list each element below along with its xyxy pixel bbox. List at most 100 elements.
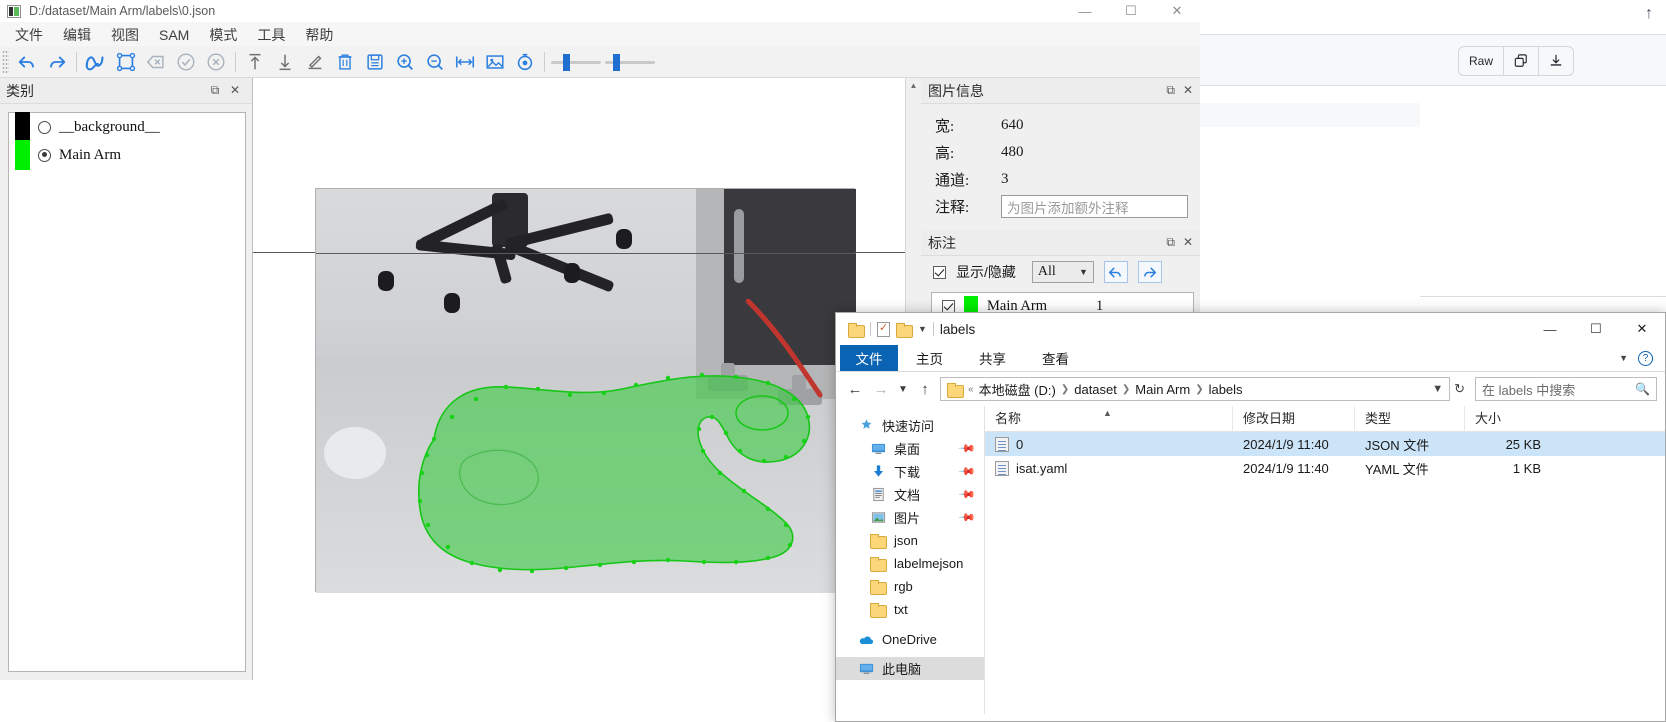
cancel-icon[interactable] <box>201 47 231 77</box>
zoom-out-icon[interactable] <box>420 47 450 77</box>
file-actions-group[interactable]: Raw <box>1458 46 1575 76</box>
explorer-file-list[interactable]: ▲ 名称 修改日期 类型 大小 0 2024/1/9 11:40 JSON 文件… <box>984 405 1665 714</box>
visibility-icon[interactable] <box>510 47 540 77</box>
recent-locations-chevron-icon[interactable]: ▼ <box>896 378 910 400</box>
to-top-icon[interactable] <box>240 47 270 77</box>
minimize-button[interactable]: — <box>1527 313 1573 345</box>
undo-icon[interactable] <box>12 47 42 77</box>
restore-icon[interactable]: ⧉ <box>1166 235 1175 250</box>
breadcrumb-main-arm[interactable]: Main Arm <box>1135 382 1190 397</box>
category-list[interactable]: __background__ Main Arm <box>8 112 246 672</box>
search-input[interactable]: 在 labels 中搜索 🔍 <box>1475 377 1657 401</box>
pin-icon[interactable]: 📌 <box>958 439 977 458</box>
ribbon-tab-view[interactable]: 查看 <box>1024 345 1087 371</box>
address-bar[interactable]: « 本地磁盘 (D:) ❯ dataset ❯ Main Arm ❯ label… <box>940 377 1451 401</box>
close-icon[interactable]: ✕ <box>1183 83 1193 98</box>
annotated-photo[interactable] <box>315 188 856 593</box>
isat-window-buttons[interactable]: — ☐ ✕ <box>1062 0 1200 22</box>
maximize-button[interactable]: ☐ <box>1573 313 1619 345</box>
polygon-icon[interactable] <box>111 47 141 77</box>
backspace-icon[interactable] <box>141 47 171 77</box>
sidebar-item-documents[interactable]: 文档 📌 <box>836 483 984 506</box>
sidebar-item-onedrive[interactable]: OneDrive <box>836 628 984 651</box>
pin-icon[interactable]: 📌 <box>958 508 977 527</box>
menu-help[interactable]: 帮助 <box>295 23 343 47</box>
breadcrumb-overflow[interactable]: « <box>968 384 974 395</box>
arrow-up-icon[interactable]: ↑ <box>1640 4 1658 24</box>
folder-icon[interactable] <box>848 322 865 338</box>
isat-menubar[interactable]: 文件 编辑 视图 SAM 模式 工具 帮助 <box>0 22 1200 48</box>
fit-window-icon[interactable] <box>480 47 510 77</box>
copy-icon[interactable] <box>1504 47 1540 75</box>
chevron-down-icon[interactable]: ▼ <box>1619 353 1628 363</box>
delete-icon[interactable] <box>330 47 360 77</box>
toolbar-grip[interactable] <box>2 49 9 74</box>
zoom-in-icon[interactable] <box>390 47 420 77</box>
sam-icon[interactable] <box>81 47 111 77</box>
column-size[interactable]: 大小 <box>1465 406 1555 432</box>
show-hide-checkbox[interactable] <box>933 265 946 279</box>
image-canvas[interactable] <box>252 78 920 680</box>
sidebar-item-rgb[interactable]: rgb <box>836 575 984 598</box>
annotation-toolbar[interactable]: 显示/隐藏 All ▼ <box>921 256 1200 288</box>
properties-icon[interactable] <box>877 321 890 337</box>
opacity-slider-1[interactable] <box>551 51 601 73</box>
pin-icon[interactable]: 📌 <box>958 462 977 481</box>
slider-knob[interactable] <box>613 53 620 71</box>
pin-icon[interactable]: 📌 <box>958 485 977 504</box>
ribbon-tab-home[interactable]: 主页 <box>898 345 961 371</box>
column-modified[interactable]: 修改日期 <box>1233 405 1355 432</box>
ribbon-tab-file[interactable]: 文件 <box>840 345 898 371</box>
close-icon[interactable]: ✕ <box>228 83 242 98</box>
customize-caret-icon[interactable]: ▼ <box>918 324 927 334</box>
edit-icon[interactable] <box>300 47 330 77</box>
restore-icon[interactable]: ⧉ <box>1166 83 1175 98</box>
menu-sam[interactable]: SAM <box>149 25 199 45</box>
sidebar-item-labelmejson[interactable]: labelmejson <box>836 552 984 575</box>
restore-icon[interactable]: ⧉ <box>208 83 222 98</box>
breadcrumb-labels[interactable]: labels <box>1209 382 1243 397</box>
quick-access-toolbar[interactable]: ▼ labels <box>836 321 975 338</box>
maximize-button[interactable]: ☐ <box>1108 0 1154 22</box>
to-bottom-icon[interactable] <box>270 47 300 77</box>
download-icon[interactable] <box>1539 47 1573 75</box>
new-folder-icon[interactable] <box>896 322 913 338</box>
note-input[interactable]: 为图片添加额外注释 <box>1001 195 1188 218</box>
category-item-main-arm[interactable]: Main Arm <box>9 140 245 170</box>
sidebar-item-pictures[interactable]: 图片 📌 <box>836 506 984 529</box>
file-list-column-headers[interactable]: ▲ 名称 修改日期 类型 大小 <box>985 405 1665 432</box>
refresh-icon[interactable]: ↻ <box>1454 381 1465 397</box>
annotation-visible-checkbox[interactable] <box>942 299 955 313</box>
segmentation-mask[interactable] <box>316 189 856 593</box>
close-icon[interactable]: ✕ <box>1183 235 1193 250</box>
table-row[interactable]: 0 2024/1/9 11:40 JSON 文件 25 KB <box>985 432 1665 456</box>
minimize-button[interactable]: — <box>1062 0 1108 22</box>
sidebar-item-downloads[interactable]: 下载 📌 <box>836 460 984 483</box>
menu-view[interactable]: 视图 <box>101 23 149 47</box>
sidebar-item-txt[interactable]: txt <box>836 598 984 621</box>
close-button[interactable]: ✕ <box>1619 313 1665 345</box>
ribbon-tab-share[interactable]: 共享 <box>961 345 1024 371</box>
explorer-navigation-pane[interactable]: 快速访问 桌面 📌 下载 📌 文档 📌 图片 📌 json labelmejso… <box>836 406 984 714</box>
fit-width-icon[interactable] <box>450 47 480 77</box>
table-row[interactable]: isat.yaml 2024/1/9 11:40 YAML 文件 1 KB <box>985 456 1665 480</box>
isat-toolbar[interactable] <box>0 46 1200 78</box>
accept-icon[interactable] <box>171 47 201 77</box>
category-radio[interactable] <box>38 148 51 162</box>
arrow-prev-icon[interactable] <box>1103 261 1128 283</box>
explorer-window-buttons[interactable]: — ☐ ✕ <box>1527 313 1665 345</box>
sidebar-item-this-pc[interactable]: 此电脑 <box>836 657 984 680</box>
annotation-filter-select[interactable]: All ▼ <box>1031 261 1094 283</box>
menu-file[interactable]: 文件 <box>5 23 53 47</box>
address-dropdown-chevron-icon[interactable]: ▼ <box>1432 383 1443 395</box>
help-icon[interactable]: ? <box>1638 350 1653 366</box>
close-button[interactable]: ✕ <box>1154 0 1200 22</box>
opacity-slider-2[interactable] <box>605 51 655 73</box>
save-icon[interactable] <box>360 47 390 77</box>
category-radio[interactable] <box>38 120 51 134</box>
arrow-forward-icon[interactable]: → <box>870 378 892 400</box>
redo-icon[interactable] <box>42 47 72 77</box>
sidebar-item-desktop[interactable]: 桌面 📌 <box>836 437 984 460</box>
slider-knob[interactable] <box>563 53 570 71</box>
column-type[interactable]: 类型 <box>1355 405 1465 432</box>
